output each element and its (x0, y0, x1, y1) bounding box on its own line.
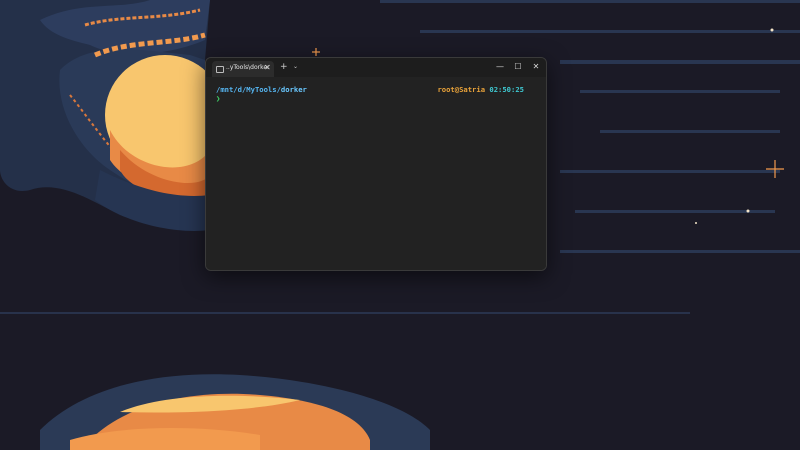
title-bar[interactable]: ..yTools\dorker ✕ + ⌄ — ☐ ✕ (206, 58, 546, 77)
tab-close-icon[interactable]: ✕ (264, 62, 271, 74)
user-host: root@Satria (437, 85, 486, 94)
close-button[interactable]: ✕ (527, 58, 545, 77)
path-current-dir: dorker (280, 85, 307, 94)
terminal-window[interactable]: ..yTools\dorker ✕ + ⌄ — ☐ ✕ /mnt/d/MyToo… (205, 57, 547, 271)
tab-active[interactable]: ..yTools\dorker ✕ (212, 61, 274, 77)
maximize-button[interactable]: ☐ (509, 58, 527, 77)
path-prefix: /mnt/d/MyTools/ (216, 85, 281, 94)
current-path: /mnt/d/MyTools/dorker (216, 85, 307, 94)
new-tab-button[interactable]: + (280, 61, 288, 73)
chevron-down-icon[interactable]: ⌄ (293, 61, 298, 73)
tab-title: ..yTools\dorker (226, 64, 270, 71)
terminal-icon (216, 66, 224, 73)
prompt-char[interactable]: ❯ (216, 94, 220, 103)
minimize-button[interactable]: — (491, 58, 509, 77)
prompt-time: 02:50:25 (489, 85, 524, 94)
terminal-body[interactable]: /mnt/d/MyTools/dorker root@Satria 02:50:… (206, 77, 546, 270)
prompt-status: root@Satria 02:50:25 (437, 85, 524, 94)
